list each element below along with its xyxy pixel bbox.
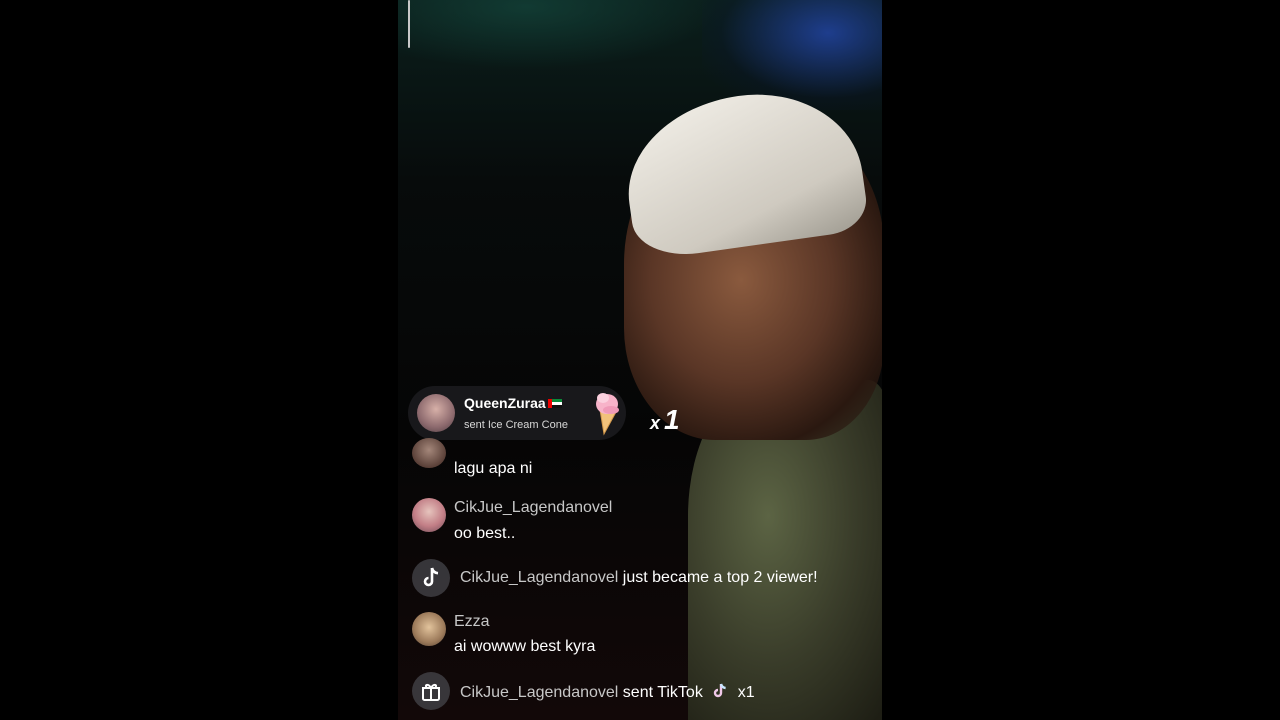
ice-cream-cone-icon [596, 393, 619, 436]
system-text: just became a top 2 viewer! [622, 569, 818, 586]
live-video-feed [398, 0, 882, 720]
viewer-username[interactable]: CikJue_Lagendanovel [460, 684, 618, 701]
comment-text: ai wowww best kyra [454, 638, 596, 655]
commenter-avatar[interactable] [412, 612, 446, 646]
tiktok-logo-icon [412, 559, 450, 597]
system-text: sent TikTok [622, 684, 703, 701]
comment-text: lagu apa ni [454, 460, 533, 477]
gift-sender-avatar[interactable] [417, 394, 455, 432]
uae-flag-icon [547, 399, 562, 409]
comment-text: oo best.. [454, 525, 516, 542]
gift-action-text: sent Ice Cream Cone [464, 419, 568, 431]
progress-indicator [408, 0, 410, 48]
commenter-username[interactable]: Ezza [454, 613, 490, 631]
viewer-username[interactable]: CikJue_Lagendanovel [460, 569, 618, 586]
commenter-username[interactable]: CikJue_Lagendanovel [454, 499, 612, 517]
commenter-avatar[interactable] [412, 498, 446, 532]
commenter-avatar[interactable] [412, 438, 446, 468]
gift-count: x1 [650, 404, 680, 435]
gift-sender-username[interactable]: QueenZuraa [464, 395, 546, 411]
gift-count: x1 [737, 684, 755, 701]
gift-icon [412, 672, 450, 710]
tiktok-gift-icon [714, 683, 727, 698]
